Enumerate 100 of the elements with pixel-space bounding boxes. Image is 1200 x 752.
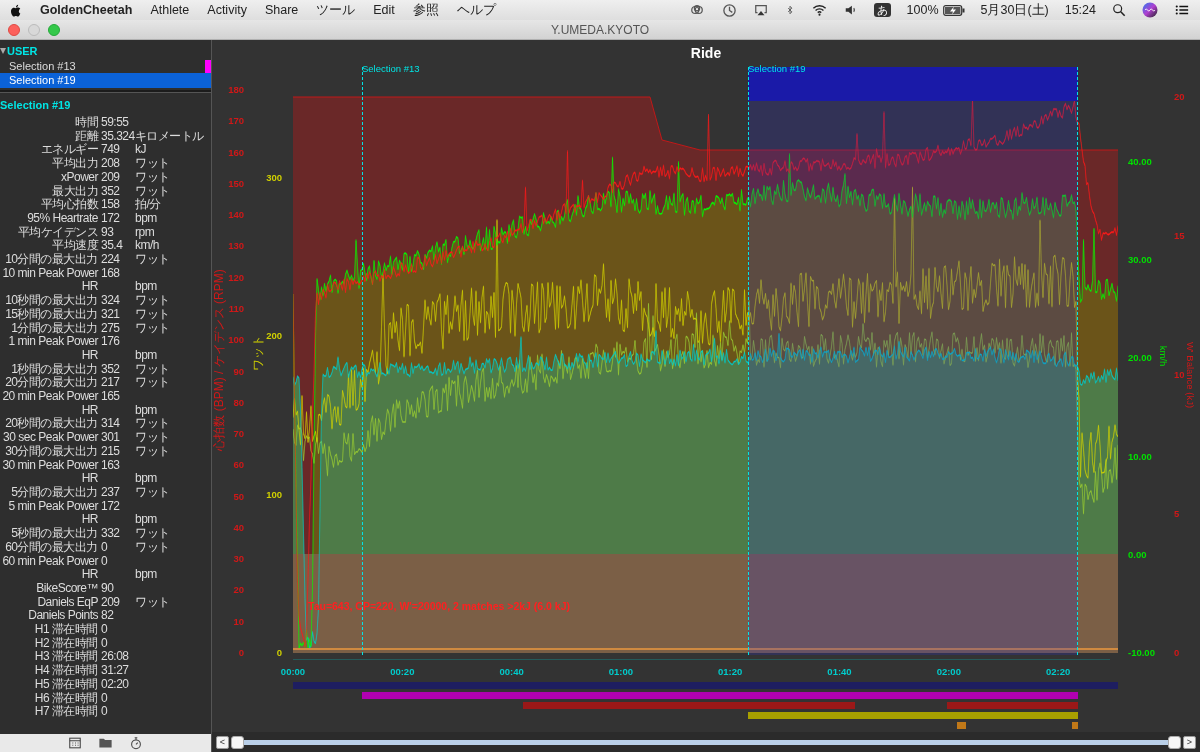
axis-tick: 00:20 <box>390 664 415 679</box>
tree-item[interactable]: Selection #19 <box>0 73 211 88</box>
metric-value: 314 <box>101 417 121 432</box>
window-title: Y.UMEDA.KYOTO <box>550 21 650 39</box>
tree-item[interactable]: Selection #13 <box>0 58 211 73</box>
range-handle[interactable] <box>1168 735 1181 749</box>
axis-tick: -10.00 <box>1128 645 1155 660</box>
metric-unit: ワット <box>135 376 170 391</box>
wifi-icon[interactable] <box>810 3 828 17</box>
metric-value: 352 <box>101 362 121 377</box>
metric-value: 208 <box>101 157 121 171</box>
axis-tick: 40 <box>233 520 244 535</box>
metric-value: 82 <box>101 609 115 623</box>
metric-label: エネルギー <box>39 143 99 157</box>
metric-label: 30 min Peak Power HR <box>1 458 100 486</box>
speaker-icon[interactable] <box>843 3 858 17</box>
metric-label: Daniels EqP <box>36 595 99 610</box>
metric-label: 平均出力 <box>51 157 99 171</box>
menu-item[interactable]: 参照 <box>403 0 448 20</box>
axis-tick: 0 <box>1174 645 1180 660</box>
axis-tick: 200 <box>266 329 282 344</box>
axis-tick: 50 <box>233 489 244 504</box>
metric-label: H2 滞在時間 <box>33 636 99 650</box>
tree-group-label[interactable]: USER <box>7 44 38 59</box>
axis-tick: 02:00 <box>936 664 961 679</box>
metric-label: 距離 <box>74 129 100 143</box>
range-handle[interactable] <box>231 735 244 749</box>
metric-unit: ワット <box>135 431 170 445</box>
expand-triangle-icon[interactable] <box>0 48 6 55</box>
menu-item[interactable]: Athlete <box>141 0 199 20</box>
list-icon[interactable] <box>1174 3 1190 17</box>
metric-label: 60分間の最大出力 <box>4 540 99 555</box>
clock-icon[interactable] <box>721 2 737 18</box>
metric-unit: bpm <box>135 280 157 295</box>
metric-value: 165 <box>101 390 121 404</box>
selection-label: Selection #13 <box>362 62 420 76</box>
axis-tick: 0.00 <box>1128 547 1147 562</box>
metric-label: 1分間の最大出力 <box>10 321 99 336</box>
metric-unit: ワット <box>135 417 170 432</box>
metric-label: 10秒間の最大出力 <box>4 294 99 308</box>
axis-tick: 110 <box>228 301 244 316</box>
metric-label: 15秒間の最大出力 <box>4 307 99 322</box>
metric-label: H7 滞在時間 <box>33 705 99 719</box>
metric-unit: ワット <box>135 527 170 541</box>
metric-unit: bpm <box>135 403 157 418</box>
metric-value: 0 <box>101 623 109 637</box>
menu-item[interactable]: Activity <box>198 0 256 20</box>
scroll-left-button[interactable]: < <box>216 735 229 749</box>
metric-label: 60 min Peak Power HR <box>1 554 100 582</box>
siri-icon[interactable] <box>1142 2 1158 18</box>
menu-item[interactable]: Share <box>255 0 308 20</box>
app-menu[interactable]: GoldenCheetah <box>31 0 142 20</box>
scroll-right-button[interactable]: > <box>1183 735 1196 749</box>
axis-tick: 15 <box>1174 228 1185 243</box>
axis-tick: 160 <box>228 145 244 160</box>
metric-label: 5分間の最大出力 <box>10 486 99 500</box>
menu-item[interactable]: ヘルプ <box>447 0 505 20</box>
interval-bar <box>957 722 966 729</box>
axis-tick: 70 <box>233 426 244 441</box>
metric-unit: ワット <box>135 595 170 610</box>
battery-icon[interactable] <box>942 4 965 16</box>
metric-value: 59:55 <box>101 116 130 130</box>
airplay-icon[interactable] <box>752 3 769 17</box>
selection-label: Selection #19 <box>748 62 806 76</box>
chart-title: Ride <box>690 44 722 63</box>
stopwatch-icon[interactable] <box>129 736 143 750</box>
menu-item[interactable]: Edit <box>364 0 404 20</box>
metric-label: 20秒間の最大出力 <box>4 417 99 432</box>
metric-label: xPower <box>60 170 100 185</box>
axis-title: ワット <box>250 335 266 371</box>
calendar-icon[interactable] <box>68 736 82 750</box>
metric-label: 平均心拍数 <box>39 198 100 212</box>
metric-unit: bpm <box>135 348 157 363</box>
metric-label: BikeScore™ <box>35 581 99 596</box>
axis-tick: 10 <box>233 614 244 629</box>
axis-title: km/h <box>1157 345 1171 367</box>
metric-unit: ワット <box>135 170 170 185</box>
menu-item[interactable]: ツール <box>307 0 365 20</box>
axis-tick: 170 <box>228 114 244 129</box>
metric-label: 1 min Peak Power HR <box>7 335 100 363</box>
metric-value: 0 <box>101 705 109 719</box>
folder-icon[interactable] <box>98 736 113 750</box>
metric-label: 5 min Peak Power HR <box>7 499 100 527</box>
axis-tick: 80 <box>233 395 244 410</box>
metric-value: 215 <box>101 444 121 459</box>
menu-date[interactable]: 5月30日(土) <box>980 0 1049 20</box>
selection-marker-line[interactable] <box>362 66 363 656</box>
metric-label: 30 sec Peak Power <box>2 431 100 445</box>
summary-title: Selection #19 <box>0 97 72 113</box>
metric-unit: kJ <box>135 143 146 158</box>
axis-title: 心拍数 (BPM) / ケイデンス (RPM) <box>211 269 227 451</box>
metric-value: 237 <box>101 486 121 500</box>
menu-clock[interactable]: 15:24 <box>1064 0 1096 20</box>
close-button[interactable] <box>8 23 20 36</box>
input-method-indicator[interactable]: あ <box>873 3 891 17</box>
interval-bar <box>1072 722 1078 729</box>
metric-label: H6 滞在時間 <box>33 691 99 705</box>
apple-icon[interactable] <box>10 2 23 18</box>
selection-region[interactable] <box>748 66 1078 656</box>
search-icon[interactable] <box>1112 3 1126 17</box>
